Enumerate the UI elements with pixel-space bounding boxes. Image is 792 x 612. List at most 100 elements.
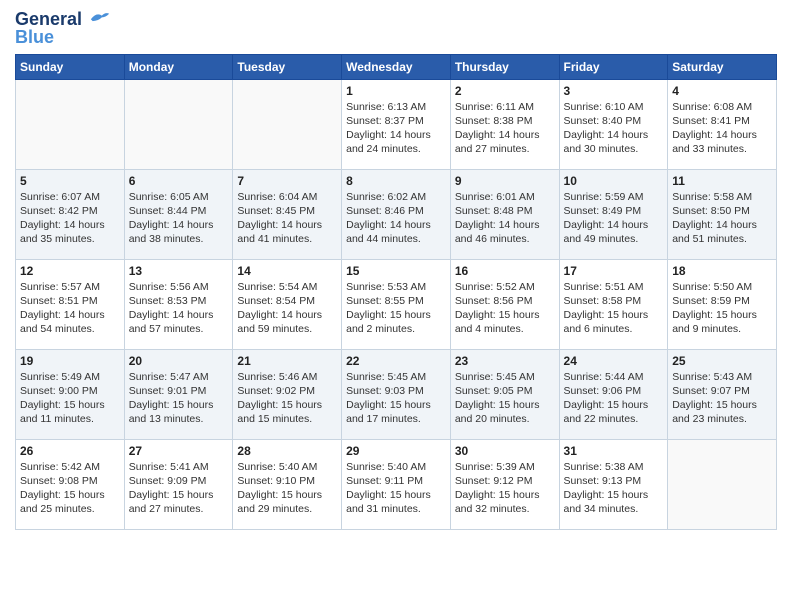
day-number: 15 (346, 264, 446, 278)
calendar-cell (16, 79, 125, 169)
calendar-cell: 28 Sunrise: 5:40 AM Sunset: 9:10 PM Dayli… (233, 439, 342, 529)
day-number: 10 (564, 174, 664, 188)
header: General Blue (15, 10, 777, 48)
day-number: 5 (20, 174, 120, 188)
calendar-header-thursday: Thursday (450, 54, 559, 79)
day-number: 8 (346, 174, 446, 188)
day-info: Sunrise: 5:46 AM Sunset: 9:02 PM Dayligh… (237, 370, 337, 427)
day-info: Sunrise: 5:40 AM Sunset: 9:10 PM Dayligh… (237, 460, 337, 517)
day-info: Sunrise: 5:52 AM Sunset: 8:56 PM Dayligh… (455, 280, 555, 337)
calendar-header-monday: Monday (124, 54, 233, 79)
calendar-week-row: 26 Sunrise: 5:42 AM Sunset: 9:08 PM Dayli… (16, 439, 777, 529)
day-number: 3 (564, 84, 664, 98)
calendar-cell: 12 Sunrise: 5:57 AM Sunset: 8:51 PM Dayli… (16, 259, 125, 349)
day-number: 29 (346, 444, 446, 458)
calendar-cell: 7 Sunrise: 6:04 AM Sunset: 8:45 PM Daylig… (233, 169, 342, 259)
day-info: Sunrise: 5:49 AM Sunset: 9:00 PM Dayligh… (20, 370, 120, 427)
day-info: Sunrise: 6:11 AM Sunset: 8:38 PM Dayligh… (455, 100, 555, 157)
day-number: 24 (564, 354, 664, 368)
calendar-body: 1 Sunrise: 6:13 AM Sunset: 8:37 PM Daylig… (16, 79, 777, 529)
calendar-cell: 5 Sunrise: 6:07 AM Sunset: 8:42 PM Daylig… (16, 169, 125, 259)
calendar-cell: 9 Sunrise: 6:01 AM Sunset: 8:48 PM Daylig… (450, 169, 559, 259)
calendar-cell: 16 Sunrise: 5:52 AM Sunset: 8:56 PM Dayli… (450, 259, 559, 349)
calendar-header-saturday: Saturday (668, 54, 777, 79)
day-info: Sunrise: 5:43 AM Sunset: 9:07 PM Dayligh… (672, 370, 772, 427)
calendar-cell: 30 Sunrise: 5:39 AM Sunset: 9:12 PM Dayli… (450, 439, 559, 529)
day-info: Sunrise: 6:13 AM Sunset: 8:37 PM Dayligh… (346, 100, 446, 157)
logo: General Blue (15, 10, 111, 48)
calendar-cell: 19 Sunrise: 5:49 AM Sunset: 9:00 PM Dayli… (16, 349, 125, 439)
calendar-cell (668, 439, 777, 529)
day-info: Sunrise: 5:57 AM Sunset: 8:51 PM Dayligh… (20, 280, 120, 337)
day-info: Sunrise: 5:50 AM Sunset: 8:59 PM Dayligh… (672, 280, 772, 337)
day-number: 19 (20, 354, 120, 368)
day-info: Sunrise: 5:39 AM Sunset: 9:12 PM Dayligh… (455, 460, 555, 517)
day-number: 14 (237, 264, 337, 278)
calendar-cell: 11Sunrise: 5:58 AM Sunset: 8:50 PM Dayli… (668, 169, 777, 259)
logo-bird-icon (89, 10, 111, 23)
calendar-cell: 13Sunrise: 5:56 AM Sunset: 8:53 PM Dayli… (124, 259, 233, 349)
calendar-cell: 26 Sunrise: 5:42 AM Sunset: 9:08 PM Dayli… (16, 439, 125, 529)
day-number: 22 (346, 354, 446, 368)
logo-blue: Blue (15, 28, 54, 48)
day-info: Sunrise: 5:54 AM Sunset: 8:54 PM Dayligh… (237, 280, 337, 337)
day-info: Sunrise: 5:41 AM Sunset: 9:09 PM Dayligh… (129, 460, 229, 517)
calendar-week-row: 5 Sunrise: 6:07 AM Sunset: 8:42 PM Daylig… (16, 169, 777, 259)
calendar-header-row: SundayMondayTuesdayWednesdayThursdayFrid… (16, 54, 777, 79)
calendar-cell: 1 Sunrise: 6:13 AM Sunset: 8:37 PM Daylig… (342, 79, 451, 169)
day-number: 26 (20, 444, 120, 458)
day-number: 30 (455, 444, 555, 458)
calendar-week-row: 12 Sunrise: 5:57 AM Sunset: 8:51 PM Dayli… (16, 259, 777, 349)
calendar-cell: 21 Sunrise: 5:46 AM Sunset: 9:02 PM Dayli… (233, 349, 342, 439)
day-number: 6 (129, 174, 229, 188)
calendar-cell: 14 Sunrise: 5:54 AM Sunset: 8:54 PM Dayli… (233, 259, 342, 349)
day-number: 27 (129, 444, 229, 458)
calendar-cell: 2Sunrise: 6:11 AM Sunset: 8:38 PM Daylig… (450, 79, 559, 169)
day-info: Sunrise: 6:10 AM Sunset: 8:40 PM Dayligh… (564, 100, 664, 157)
day-number: 7 (237, 174, 337, 188)
calendar-table: SundayMondayTuesdayWednesdayThursdayFrid… (15, 54, 777, 530)
day-number: 1 (346, 84, 446, 98)
day-info: Sunrise: 5:51 AM Sunset: 8:58 PM Dayligh… (564, 280, 664, 337)
logo-general: General (15, 9, 82, 29)
day-info: Sunrise: 6:07 AM Sunset: 8:42 PM Dayligh… (20, 190, 120, 247)
calendar-cell: 15Sunrise: 5:53 AM Sunset: 8:55 PM Dayli… (342, 259, 451, 349)
day-info: Sunrise: 5:45 AM Sunset: 9:03 PM Dayligh… (346, 370, 446, 427)
day-info: Sunrise: 5:45 AM Sunset: 9:05 PM Dayligh… (455, 370, 555, 427)
calendar-cell (124, 79, 233, 169)
calendar-cell: 18Sunrise: 5:50 AM Sunset: 8:59 PM Dayli… (668, 259, 777, 349)
day-info: Sunrise: 6:08 AM Sunset: 8:41 PM Dayligh… (672, 100, 772, 157)
day-number: 16 (455, 264, 555, 278)
calendar-cell: 22 Sunrise: 5:45 AM Sunset: 9:03 PM Dayli… (342, 349, 451, 439)
calendar-cell: 31Sunrise: 5:38 AM Sunset: 9:13 PM Dayli… (559, 439, 668, 529)
day-info: Sunrise: 6:01 AM Sunset: 8:48 PM Dayligh… (455, 190, 555, 247)
calendar-cell: 3 Sunrise: 6:10 AM Sunset: 8:40 PM Daylig… (559, 79, 668, 169)
day-number: 28 (237, 444, 337, 458)
day-number: 20 (129, 354, 229, 368)
day-number: 17 (564, 264, 664, 278)
day-number: 21 (237, 354, 337, 368)
day-info: Sunrise: 6:05 AM Sunset: 8:44 PM Dayligh… (129, 190, 229, 247)
calendar-cell: 29 Sunrise: 5:40 AM Sunset: 9:11 PM Dayli… (342, 439, 451, 529)
calendar-cell: 20Sunrise: 5:47 AM Sunset: 9:01 PM Dayli… (124, 349, 233, 439)
calendar-week-row: 1 Sunrise: 6:13 AM Sunset: 8:37 PM Daylig… (16, 79, 777, 169)
calendar-header-tuesday: Tuesday (233, 54, 342, 79)
day-number: 12 (20, 264, 120, 278)
calendar-header-friday: Friday (559, 54, 668, 79)
day-info: Sunrise: 5:56 AM Sunset: 8:53 PM Dayligh… (129, 280, 229, 337)
day-number: 25 (672, 354, 772, 368)
day-number: 23 (455, 354, 555, 368)
day-number: 9 (455, 174, 555, 188)
day-number: 11 (672, 174, 772, 188)
day-info: Sunrise: 5:59 AM Sunset: 8:49 PM Dayligh… (564, 190, 664, 247)
calendar-week-row: 19 Sunrise: 5:49 AM Sunset: 9:00 PM Dayli… (16, 349, 777, 439)
day-info: Sunrise: 5:42 AM Sunset: 9:08 PM Dayligh… (20, 460, 120, 517)
calendar-cell (233, 79, 342, 169)
calendar-cell: 24Sunrise: 5:44 AM Sunset: 9:06 PM Dayli… (559, 349, 668, 439)
calendar-cell: 8Sunrise: 6:02 AM Sunset: 8:46 PM Daylig… (342, 169, 451, 259)
day-info: Sunrise: 6:04 AM Sunset: 8:45 PM Dayligh… (237, 190, 337, 247)
calendar-cell: 27 Sunrise: 5:41 AM Sunset: 9:09 PM Dayli… (124, 439, 233, 529)
calendar-cell: 4Sunrise: 6:08 AM Sunset: 8:41 PM Daylig… (668, 79, 777, 169)
day-info: Sunrise: 5:40 AM Sunset: 9:11 PM Dayligh… (346, 460, 446, 517)
day-number: 31 (564, 444, 664, 458)
